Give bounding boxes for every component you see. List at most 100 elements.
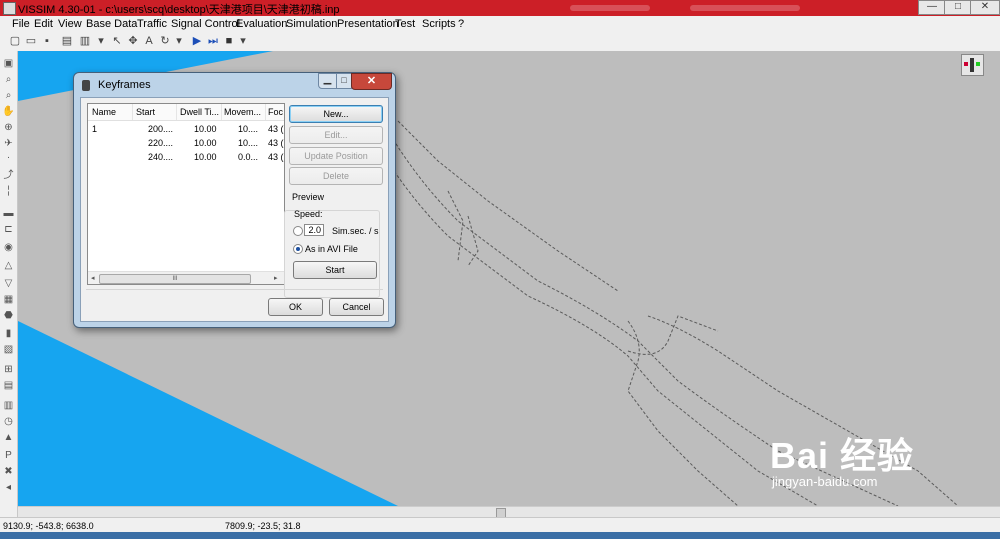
start-preview-button[interactable]: Start bbox=[293, 261, 377, 279]
row3-dwell[interactable]: 10.00 bbox=[194, 152, 224, 162]
column-focus[interactable]: Foc bbox=[268, 107, 284, 117]
print-icon[interactable]: ▥ bbox=[78, 35, 92, 48]
play-icon[interactable]: ▶ bbox=[190, 35, 204, 48]
row3-movement[interactable]: 0.0... bbox=[238, 152, 266, 162]
vehicle-icon[interactable]: ▬ bbox=[2, 207, 15, 220]
dialog-close-button[interactable]: ✕ bbox=[351, 73, 392, 90]
speed-radio[interactable] bbox=[293, 226, 303, 236]
row1-movement[interactable]: 10.... bbox=[238, 124, 266, 134]
row2-dwell[interactable]: 10.00 bbox=[194, 138, 224, 148]
row1-name[interactable]: 1 bbox=[92, 124, 132, 134]
connector-icon[interactable]: ╎ bbox=[2, 185, 15, 198]
fly-icon[interactable]: ✈ bbox=[2, 137, 15, 150]
list-scroll-thumb[interactable]: III bbox=[99, 274, 251, 284]
node-icon[interactable]: ▥ bbox=[2, 399, 15, 412]
links-icon[interactable]: ⤴ bbox=[2, 169, 15, 182]
delete-keyframe-button[interactable]: Delete bbox=[289, 167, 383, 185]
signal-status-icon[interactable] bbox=[961, 54, 984, 76]
dropdown-icon[interactable]: ▾ bbox=[94, 35, 108, 48]
cancel-button[interactable]: Cancel bbox=[329, 298, 384, 316]
dialog-minimize-button[interactable]: ▁ bbox=[318, 73, 337, 89]
priority-icon[interactable]: ▦ bbox=[2, 293, 15, 306]
save-icon[interactable]: ▪ bbox=[40, 35, 54, 48]
left-toolbar: ▣ ⌕ ⌕ ✋ ⊕ ✈ · ⤴ ╎ ▬ ⊏ ◉ △ ▽ ▦ ⬣ ▮ ▧ ⊞ ▤ … bbox=[0, 51, 18, 517]
column-movement[interactable]: Movem... bbox=[224, 107, 264, 117]
stop-sign-icon[interactable]: ⬣ bbox=[2, 309, 15, 322]
update-position-button[interactable]: Update Position bbox=[289, 147, 383, 165]
avi-label: As in AVI File bbox=[305, 244, 358, 254]
traffic-light-icon[interactable]: ▮ bbox=[2, 327, 15, 340]
yield-sign-icon[interactable]: ▽ bbox=[2, 277, 15, 290]
column-name[interactable]: Name bbox=[92, 107, 132, 117]
status-bar: 9130.9; -543.8; 6638.0 7809.9; -23.5; 31… bbox=[0, 517, 1000, 533]
dialog-maximize-button[interactable]: □ bbox=[336, 73, 352, 89]
edit-keyframe-button[interactable]: Edit... bbox=[289, 126, 383, 144]
menu-simulation[interactable]: Simulation bbox=[286, 18, 337, 30]
scroll-left-icon[interactable]: ◂ bbox=[91, 274, 95, 282]
list-horizontal-scrollbar[interactable]: ◂ III ▸ bbox=[88, 271, 284, 284]
pan-icon[interactable]: ✥ bbox=[126, 35, 140, 48]
bus-icon[interactable]: ▤ bbox=[2, 379, 15, 392]
row3-focus[interactable]: 43 ( bbox=[268, 152, 284, 162]
menu-base-data[interactable]: Base Data bbox=[86, 18, 137, 30]
dropdown-icon-3[interactable]: ▾ bbox=[236, 35, 250, 48]
open-file-icon[interactable]: ▭ bbox=[24, 35, 38, 48]
new-keyframe-button[interactable]: New... bbox=[289, 105, 383, 123]
menu-evaluation[interactable]: Evaluation bbox=[236, 18, 287, 30]
close-button[interactable]: ✕ bbox=[970, 0, 1000, 15]
scroll-right-icon[interactable]: ▸ bbox=[274, 274, 278, 282]
menu-test[interactable]: Test bbox=[395, 18, 415, 30]
row2-start[interactable]: 220.... bbox=[148, 138, 176, 148]
map-icon[interactable]: ▣ bbox=[2, 57, 15, 70]
timer-icon[interactable]: ◷ bbox=[2, 415, 15, 428]
view-3d-icon[interactable]: ⊕ bbox=[2, 121, 15, 134]
warning-sign-icon[interactable]: △ bbox=[2, 259, 15, 272]
zoom-out-icon[interactable]: ⌕ bbox=[2, 89, 15, 102]
preview-group bbox=[284, 210, 380, 298]
row3-start[interactable]: 240.... bbox=[148, 152, 176, 162]
menu-scripts[interactable]: Scripts bbox=[422, 18, 456, 30]
row1-start[interactable]: 200.... bbox=[148, 124, 176, 134]
new-file-icon[interactable]: ▢ bbox=[8, 35, 22, 48]
zoom-icon[interactable]: ⌕ bbox=[2, 73, 15, 86]
parking-icon[interactable]: P bbox=[2, 449, 15, 462]
menu-presentation[interactable]: Presentation bbox=[337, 18, 399, 30]
preview-label: Preview bbox=[290, 192, 327, 202]
window-title: VISSIM 4.30-01 - c:\users\scq\desktop\天津… bbox=[18, 4, 340, 16]
avi-radio[interactable] bbox=[293, 244, 303, 254]
menu-edit[interactable]: Edit bbox=[34, 18, 53, 30]
menu-file[interactable]: File bbox=[12, 18, 30, 30]
stop-icon[interactable]: ■ bbox=[222, 35, 236, 48]
maximize-button[interactable]: □ bbox=[944, 0, 972, 15]
row2-focus[interactable]: 43 ( bbox=[268, 138, 284, 148]
row1-dwell[interactable]: 10.00 bbox=[194, 124, 224, 134]
menu-bar: File Edit View Base Data Traffic Signal … bbox=[0, 16, 1000, 33]
row2-movement[interactable]: 10.... bbox=[238, 138, 266, 148]
title-bar: VISSIM 4.30-01 - c:\users\scq\desktop\天津… bbox=[0, 0, 1000, 16]
speed-input[interactable]: 2.0 bbox=[304, 224, 324, 236]
triangle-icon[interactable]: ▲ bbox=[2, 431, 15, 444]
hand-icon[interactable]: ✋ bbox=[2, 105, 15, 118]
menu-view[interactable]: View bbox=[58, 18, 82, 30]
routing-icon[interactable]: ⊏ bbox=[2, 223, 15, 236]
text-icon[interactable]: A bbox=[142, 35, 156, 48]
print-preview-icon[interactable]: ▤ bbox=[60, 35, 74, 48]
menu-traffic[interactable]: Traffic bbox=[137, 18, 167, 30]
select-icon[interactable]: ↖ bbox=[110, 35, 124, 48]
rotate-icon[interactable]: ↻ bbox=[158, 35, 172, 48]
keyframes-list[interactable]: Name Start Dwell Ti... Movem... Foc 1 20… bbox=[87, 103, 285, 285]
speed-sign-icon[interactable]: ◉ bbox=[2, 241, 15, 254]
step-icon[interactable]: ⏭ bbox=[206, 35, 220, 48]
detector-icon[interactable]: ▧ bbox=[2, 343, 15, 356]
column-start[interactable]: Start bbox=[136, 107, 176, 117]
dropdown-icon-2[interactable]: ▾ bbox=[172, 35, 186, 48]
tools-icon[interactable]: ✖ bbox=[2, 465, 15, 478]
menu-help[interactable]: ? bbox=[458, 18, 464, 30]
ok-button[interactable]: OK bbox=[268, 298, 323, 316]
title-blur-2 bbox=[690, 5, 800, 11]
minimize-button[interactable]: — bbox=[918, 0, 946, 15]
column-dwell-time[interactable]: Dwell Ti... bbox=[180, 107, 220, 117]
row1-focus[interactable]: 43 ( bbox=[268, 124, 284, 134]
menu-signal-control[interactable]: Signal Control bbox=[171, 18, 240, 30]
transit-stop-icon[interactable]: ⊞ bbox=[2, 363, 15, 376]
